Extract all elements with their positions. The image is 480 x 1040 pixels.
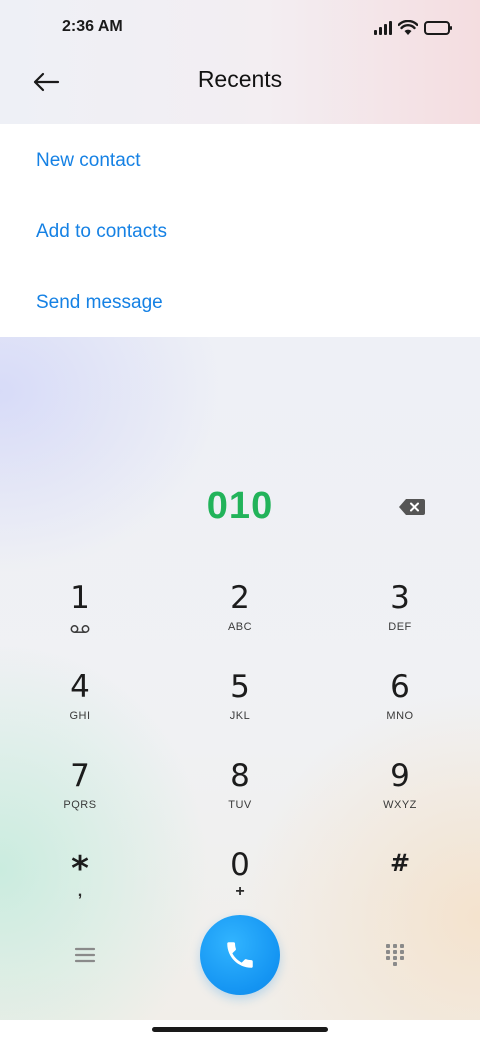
key-digit: 8	[230, 758, 250, 794]
key-letters: ,	[77, 883, 83, 900]
key-hash[interactable]: #	[330, 847, 470, 927]
dialpad-icon	[386, 944, 404, 966]
send-message-option[interactable]: Send message	[0, 267, 480, 338]
key-2[interactable]: 2 ABC	[170, 580, 310, 660]
backspace-button[interactable]	[398, 496, 426, 518]
add-to-contacts-option[interactable]: Add to contacts	[0, 196, 480, 267]
menu-button[interactable]	[74, 946, 96, 964]
key-digit: 0	[230, 847, 250, 883]
key-5[interactable]: 5 JKL	[170, 669, 310, 749]
key-letters: +	[235, 883, 245, 900]
key-7[interactable]: 7 PQRS	[10, 758, 150, 838]
key-letters: ABC	[227, 621, 253, 633]
voicemail-icon	[70, 625, 90, 633]
battery-icon	[424, 21, 452, 35]
dialer-screen: 2:36 AM Recents New contact Add to conta…	[0, 0, 480, 1040]
key-letters: TUV	[228, 799, 252, 811]
key-6[interactable]: 6 MNO	[330, 669, 470, 749]
key-digit: 7	[70, 758, 90, 794]
key-letters: GHI	[69, 710, 91, 722]
key-letters: DEF	[388, 621, 412, 633]
key-9[interactable]: 9 WXYZ	[330, 758, 470, 838]
recents-menu: New contact Add to contacts Send message	[0, 124, 480, 337]
backspace-icon	[399, 499, 425, 515]
status-icons	[374, 18, 452, 38]
new-contact-option[interactable]: New contact	[0, 125, 480, 196]
key-digit: 3	[390, 580, 410, 616]
key-3[interactable]: 3 DEF	[330, 580, 470, 660]
top-bar: Recents	[0, 56, 480, 108]
key-digit: 9	[390, 758, 410, 794]
key-digit: 5	[230, 669, 250, 705]
signal-icon	[374, 21, 392, 35]
key-letters: JKL	[229, 710, 251, 722]
key-digit: 1	[70, 580, 90, 616]
key-digit: #	[389, 849, 411, 877]
key-1[interactable]: 1	[10, 580, 150, 660]
key-letters: PQRS	[63, 799, 97, 811]
key-8[interactable]: 8 TUV	[170, 758, 310, 838]
key-4[interactable]: 4 GHI	[10, 669, 150, 749]
key-digit: 2	[230, 580, 250, 616]
dialpad-toggle-button[interactable]	[384, 942, 406, 968]
status-bar: 2:36 AM	[0, 0, 480, 56]
status-time: 2:36 AM	[62, 18, 123, 35]
page-title: Recents	[197, 66, 283, 92]
home-indicator[interactable]	[152, 1027, 328, 1032]
wifi-icon	[398, 20, 418, 35]
call-button[interactable]	[200, 915, 280, 995]
key-letters: MNO	[386, 710, 414, 722]
phone-icon	[227, 942, 253, 968]
hamburger-menu-icon	[74, 947, 96, 963]
key-digit: 6	[390, 669, 410, 705]
key-digit: 4	[70, 669, 90, 705]
key-star[interactable]: * ,	[10, 847, 150, 927]
key-letters: WXYZ	[383, 799, 417, 811]
